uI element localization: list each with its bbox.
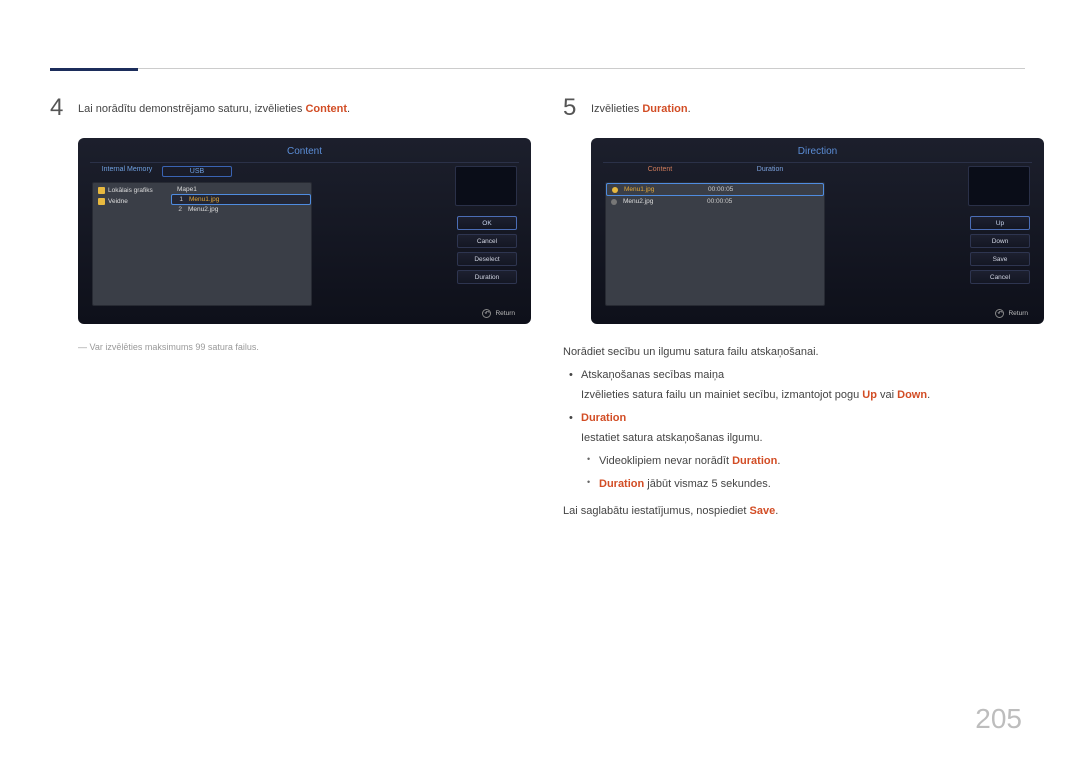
tabs: Internal Memory USB	[92, 166, 232, 177]
bullet-duration: Duration Iestatiet satura atskaņošanas i…	[581, 410, 1028, 493]
file-item-selected[interactable]: 1 Menu1.jpg	[171, 194, 311, 205]
columns-header: Content Duration	[605, 166, 825, 173]
sub-item: Videoklipiem nevar norādīt Duration.	[599, 453, 1028, 470]
step-number: 4	[50, 96, 78, 120]
divider	[90, 162, 519, 163]
folder-item[interactable]: Veidne	[95, 196, 167, 207]
label: Menu2.jpg	[188, 206, 218, 213]
button-stack: Up Down Save Cancel	[970, 216, 1030, 284]
duration-value: 00:00:05	[707, 198, 732, 205]
divider	[603, 162, 1032, 163]
step-4: 4 Lai norādītu demonstrējamo saturu, izv…	[50, 96, 505, 120]
text: Izvēlieties satura failu un mainiet secī…	[581, 389, 862, 401]
up-highlight: Up	[862, 389, 877, 401]
sub-item: Duration jābūt vismaz 5 sekundes.	[599, 476, 1028, 493]
content-highlight: Content	[305, 103, 347, 115]
text: .	[927, 389, 930, 401]
text: .	[688, 103, 691, 115]
label: Veidne	[108, 198, 128, 205]
tab-internal-memory[interactable]: Internal Memory	[92, 166, 162, 177]
duration-button[interactable]: Duration	[457, 270, 517, 284]
step-5: 5 Izvēlieties Duration.	[563, 96, 1028, 120]
text: Lai saglabātu iestatījumus, nospiediet	[563, 505, 750, 517]
desc-save: Lai saglabātu iestatījumus, nospiediet S…	[563, 503, 1028, 520]
footnote: Var izvēlēties maksimums 99 satura failu…	[78, 342, 505, 352]
return-row[interactable]: ↶ Return	[482, 309, 515, 318]
duration-value: 00:00:05	[708, 186, 733, 193]
text: .	[347, 103, 350, 115]
index: 2	[174, 206, 182, 213]
cancel-button[interactable]: Cancel	[457, 234, 517, 248]
text: .	[775, 505, 778, 517]
col-duration: Duration	[715, 166, 825, 173]
up-button[interactable]: Up	[970, 216, 1030, 230]
save-highlight: Save	[750, 505, 776, 517]
duration-highlight: Duration	[581, 412, 626, 424]
tab-usb[interactable]: USB	[162, 166, 232, 177]
return-label: Return	[495, 310, 515, 317]
bullet-order: Atskaņošanas secības maiņa Izvēlieties s…	[581, 367, 1028, 404]
divider	[50, 68, 1025, 69]
folder-icon	[98, 198, 105, 205]
text: jābūt vismaz 5 sekundes.	[644, 478, 771, 490]
description: Norādiet secību un ilgumu satura failu a…	[563, 344, 1028, 520]
file-browser: Lokālais grafiks Veidne Mape1 1 Menu1.jp…	[92, 182, 312, 306]
return-row[interactable]: ↶ Return	[995, 309, 1028, 318]
folder-item[interactable]: Lokālais grafiks	[95, 185, 167, 196]
direction-screen: Direction Content Duration Menu1.jpg 00:…	[591, 138, 1044, 324]
sub-line: Iestatiet satura atskaņošanas ilgumu.	[581, 430, 1028, 447]
folder-panel: Lokālais grafiks Veidne	[95, 185, 167, 303]
down-highlight: Down	[897, 389, 927, 401]
step-text: Lai norādītu demonstrējamo saturu, izvēl…	[78, 96, 350, 117]
screen-title: Direction	[591, 146, 1044, 157]
step-number: 5	[563, 96, 591, 120]
screen-title: Content	[78, 146, 531, 157]
return-icon: ↶	[482, 309, 491, 318]
file-item[interactable]: 2 Menu2.jpg	[171, 205, 311, 214]
dot-icon	[612, 187, 618, 193]
preview-pane	[455, 166, 517, 206]
folder-header[interactable]: Mape1	[171, 185, 311, 194]
duration-list: Menu1.jpg 00:00:05 Menu2.jpg 00:00:05	[605, 182, 825, 306]
index: 1	[175, 196, 183, 203]
col-content: Content	[605, 166, 715, 173]
text: Lai norādītu demonstrējamo saturu, izvēl…	[78, 103, 305, 115]
text: Izvēlieties	[591, 103, 642, 115]
duration-highlight: Duration	[732, 455, 777, 467]
cancel-button[interactable]: Cancel	[970, 270, 1030, 284]
text: vai	[877, 389, 897, 401]
right-column: 5 Izvēlieties Duration. Direction Conten…	[563, 96, 1028, 520]
deselect-button[interactable]: Deselect	[457, 252, 517, 266]
step-text: Izvēlieties Duration.	[591, 96, 691, 117]
save-button[interactable]: Save	[970, 252, 1030, 266]
dot-icon	[611, 199, 617, 205]
button-stack: OK Cancel Deselect Duration	[457, 216, 517, 284]
text: Videoklipiem nevar norādīt	[599, 455, 732, 467]
return-label: Return	[1008, 310, 1028, 317]
page-number: 205	[975, 703, 1022, 735]
desc-intro: Norādiet secību un ilgumu satura failu a…	[563, 344, 1028, 361]
label: Mape1	[177, 186, 197, 193]
left-column: 4 Lai norādītu demonstrējamo saturu, izv…	[50, 96, 505, 352]
duration-row-selected[interactable]: Menu1.jpg 00:00:05	[606, 183, 824, 196]
content-screen: Content Internal Memory USB Lokālais gra…	[78, 138, 531, 324]
sub-line: Izvēlieties satura failu un mainiet secī…	[581, 387, 1028, 404]
file-panel: Mape1 1 Menu1.jpg 2 Menu2.jpg	[171, 185, 311, 303]
filename: Menu1.jpg	[624, 186, 702, 193]
duration-highlight: Duration	[642, 103, 687, 115]
filename: Menu2.jpg	[623, 198, 701, 205]
ok-button[interactable]: OK	[457, 216, 517, 230]
label: Lokālais grafiks	[108, 187, 153, 194]
label: Menu1.jpg	[189, 196, 219, 203]
folder-icon	[98, 187, 105, 194]
text: .	[777, 455, 780, 467]
duration-highlight: Duration	[599, 478, 644, 490]
preview-pane	[968, 166, 1030, 206]
duration-row[interactable]: Menu2.jpg 00:00:05	[606, 196, 824, 207]
return-icon: ↶	[995, 309, 1004, 318]
divider-accent	[50, 68, 138, 71]
text: Atskaņošanas secības maiņa	[581, 369, 724, 381]
down-button[interactable]: Down	[970, 234, 1030, 248]
